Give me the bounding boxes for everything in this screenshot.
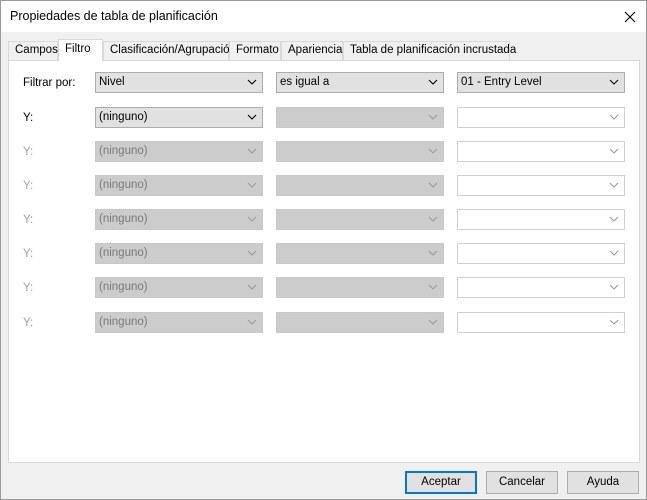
dialog-window: Propiedades de tabla de planificación Ca…	[0, 0, 647, 500]
and-field-dropdown[interactable]: (ninguno)	[95, 312, 263, 333]
and-label: Y:	[23, 146, 34, 158]
chevron-down-icon	[247, 182, 257, 188]
and-operator-dropdown[interactable]	[276, 209, 444, 230]
close-icon	[624, 11, 636, 22]
chevron-down-icon	[247, 250, 257, 256]
and-label: Y:	[23, 214, 34, 226]
close-button[interactable]	[614, 1, 646, 32]
help-button[interactable]: Ayuda	[567, 471, 639, 494]
filter-value-dropdown[interactable]: 01 - Entry Level	[457, 72, 625, 93]
chevron-down-icon	[247, 216, 257, 222]
and-operator-dropdown[interactable]	[276, 243, 444, 264]
and-field-dropdown[interactable]: (ninguno)	[95, 141, 263, 162]
and-label: Y:	[23, 317, 34, 329]
and-field-dropdown[interactable]: (ninguno)	[95, 243, 263, 264]
filter-operator-value: es igual a	[280, 76, 330, 88]
and-field-value: (ninguno)	[99, 281, 148, 293]
title-bar: Propiedades de tabla de planificación	[1, 1, 646, 32]
filter-value-value: 01 - Entry Level	[461, 76, 542, 88]
filter-field-dropdown[interactable]: Nivel	[95, 72, 263, 93]
chevron-down-icon	[247, 114, 257, 120]
chevron-down-icon	[428, 114, 438, 120]
chevron-down-icon	[247, 284, 257, 290]
and-value-dropdown[interactable]	[457, 243, 625, 264]
and-value-dropdown[interactable]	[457, 107, 625, 128]
chevron-down-icon	[609, 182, 619, 188]
and-label: Y:	[23, 180, 34, 192]
chevron-down-icon	[428, 250, 438, 256]
chevron-down-icon	[428, 148, 438, 154]
tab-clasificacion[interactable]: Clasificación/Agrupación	[103, 41, 236, 60]
filter-field-value: Nivel	[99, 76, 125, 88]
and-field-dropdown[interactable]: (ninguno)	[95, 107, 263, 128]
tab-campos[interactable]: Campos	[8, 41, 58, 60]
and-value-dropdown[interactable]	[457, 141, 625, 162]
and-value-dropdown[interactable]	[457, 209, 625, 230]
and-value-dropdown[interactable]	[457, 312, 625, 333]
and-field-value: (ninguno)	[99, 145, 148, 157]
chevron-down-icon	[609, 319, 619, 325]
tab-formato[interactable]: Formato	[229, 41, 281, 60]
chevron-down-icon	[247, 79, 257, 85]
and-label: Y:	[23, 248, 34, 260]
chevron-down-icon	[428, 319, 438, 325]
and-operator-dropdown[interactable]	[276, 277, 444, 298]
chevron-down-icon	[247, 148, 257, 154]
chevron-down-icon	[247, 319, 257, 325]
chevron-down-icon	[609, 216, 619, 222]
and-field-dropdown[interactable]: (ninguno)	[95, 277, 263, 298]
ok-button[interactable]: Aceptar	[405, 471, 477, 494]
and-label: Y:	[23, 282, 34, 294]
and-value-dropdown[interactable]	[457, 277, 625, 298]
and-field-dropdown[interactable]: (ninguno)	[95, 175, 263, 196]
and-value-dropdown[interactable]	[457, 175, 625, 196]
tab-filtro[interactable]: Filtro	[58, 39, 103, 61]
chevron-down-icon	[428, 182, 438, 188]
and-operator-dropdown[interactable]	[276, 175, 444, 196]
chevron-down-icon	[609, 284, 619, 290]
and-field-value: (ninguno)	[99, 111, 148, 123]
tab-apariencia[interactable]: Apariencia	[281, 41, 343, 60]
chevron-down-icon	[428, 79, 438, 85]
and-operator-dropdown[interactable]	[276, 107, 444, 128]
chevron-down-icon	[609, 250, 619, 256]
chevron-down-icon	[428, 284, 438, 290]
filter-operator-dropdown[interactable]: es igual a	[276, 72, 444, 93]
chevron-down-icon	[609, 148, 619, 154]
and-operator-dropdown[interactable]	[276, 141, 444, 162]
chevron-down-icon	[609, 114, 619, 120]
chevron-down-icon	[428, 216, 438, 222]
cancel-button[interactable]: Cancelar	[486, 471, 558, 494]
tab-tabla-incrustada[interactable]: Tabla de planificación incrustada	[343, 41, 516, 60]
dialog-title: Propiedades de tabla de planificación	[10, 9, 218, 23]
and-operator-dropdown[interactable]	[276, 312, 444, 333]
and-field-value: (ninguno)	[99, 316, 148, 328]
and-field-dropdown[interactable]: (ninguno)	[95, 209, 263, 230]
and-field-value: (ninguno)	[99, 179, 148, 191]
chevron-down-icon	[609, 79, 619, 85]
and-field-value: (ninguno)	[99, 213, 148, 225]
and-field-value: (ninguno)	[99, 247, 148, 259]
and-label: Y:	[23, 112, 34, 124]
filter-by-label: Filtrar por:	[23, 77, 76, 89]
